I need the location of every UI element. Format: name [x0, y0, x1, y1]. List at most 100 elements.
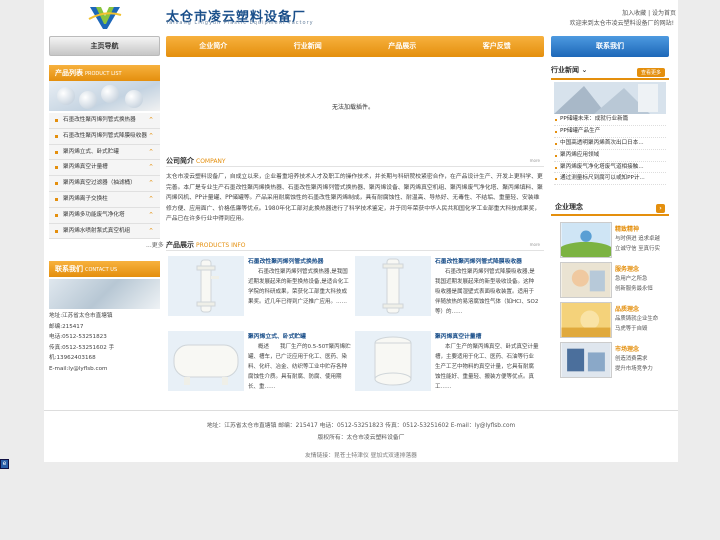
- chevron-right-icon[interactable]: ›: [656, 204, 665, 213]
- home-nav-button[interactable]: 主页导航: [49, 36, 160, 56]
- category-item[interactable]: 聚丙烯真空计量槽 ⌃: [49, 160, 160, 177]
- idea-title: 精致精神: [615, 226, 640, 233]
- logo-icon[interactable]: [88, 4, 122, 32]
- idea-line: 与时俱进 追求卓越: [615, 236, 660, 242]
- company-section-header: 公司简介 COMPANY more: [166, 156, 544, 167]
- chevron-down-icon: ⌄: [581, 66, 588, 74]
- nav-contact-button[interactable]: 联系我们: [551, 36, 669, 57]
- contact-postcode: 邮编:215417: [49, 323, 84, 330]
- product-card[interactable]: 石墨改性聚丙烯列管式换热器 石墨改性聚丙烯列管式换热器,是我国近期发展起来的新型…: [166, 256, 352, 320]
- product-image[interactable]: [168, 331, 244, 391]
- site-subtitle: Taicang Lingyun Plastic Equipment Factor…: [166, 20, 314, 26]
- welcome-text: 欢迎来到太仓市凌云塑料设备厂的网站!: [569, 20, 674, 27]
- flash-banner: 无法加载插件。: [166, 62, 544, 152]
- category-item[interactable]: 聚丙烯真空过滤器（抽滤桶） ⌃: [49, 176, 160, 192]
- category-item[interactable]: 聚丙烯离子交换柱 ⌃: [49, 191, 160, 208]
- category-label: 石墨改性聚丙烯列管式降膜吸收器: [63, 132, 147, 139]
- contact-header: 联系我们 CONTACT US: [49, 261, 160, 277]
- news-item[interactable]: 聚丙烯废气净化塔废气道相接触...: [554, 162, 666, 174]
- news-list: PP储罐未来：成就行业新篇 PP储罐产品生产 中国高透明聚丙烯首次出口日本...…: [554, 114, 666, 186]
- news-header: 行业新闻 ⌄ 查看更多: [551, 65, 669, 80]
- ideas-title: 企业理念: [555, 203, 583, 211]
- company-intro-text: 太仓市凌云塑料设备厂，自成立以来，企业着重培养技术人才及职工的操作技术，并长期与…: [166, 174, 543, 223]
- chevron-up-icon: ⌃: [148, 147, 154, 156]
- chevron-up-icon: ⌃: [148, 131, 154, 140]
- idea-line: 品质铸就企业生命: [615, 316, 659, 322]
- category-item[interactable]: 石墨改性聚丙烯列管式降膜吸收器 ⌃: [49, 128, 160, 145]
- idea-line: 创新服务最永恒: [615, 286, 653, 292]
- products-more-link[interactable]: more: [530, 242, 540, 247]
- main-nav: 企业简介 行业新闻 产品展示 客户反馈: [166, 36, 544, 57]
- ideas-header: 企业理念 ›: [551, 202, 669, 216]
- product-title[interactable]: 石墨改性聚丙烯列管式降膜吸收器: [435, 256, 522, 265]
- contact-banner: [49, 279, 160, 309]
- product-card[interactable]: 石墨改性聚丙烯列管式降膜吸收器 石墨改性聚丙烯列管式降膜吸收器,是我国近期发展起…: [353, 256, 539, 320]
- category-label: 聚丙烯真空计量槽: [63, 164, 108, 171]
- idea-line: 创造消费需求: [615, 356, 648, 362]
- news-item[interactable]: 聚丙烯应用领域: [554, 150, 666, 162]
- idea-title: 市场理念: [615, 346, 640, 353]
- product-image[interactable]: [355, 331, 431, 391]
- product-title[interactable]: 聚丙烯立式、卧式贮罐: [248, 331, 306, 340]
- idea-item: 精致精神 与时俱进 追求卓越 立诚守信 至真行实: [560, 222, 670, 258]
- category-item[interactable]: 聚丙烯立式、卧式贮罐 ⌃: [49, 144, 160, 161]
- chevron-up-icon: ⌃: [148, 194, 154, 203]
- nav-item-feedback[interactable]: 客户反馈: [450, 36, 545, 57]
- news-title: 行业新闻: [551, 66, 579, 74]
- product-list-header: 产品列表 PRODUCT LIST: [49, 65, 160, 81]
- company-title: 公司简介: [166, 157, 194, 165]
- news-item[interactable]: 通过测量标尺到腐可以或知PP计...: [554, 173, 666, 186]
- nav-item-products[interactable]: 产品展示: [355, 36, 450, 57]
- products-title-en: PRODUCTS INFO: [196, 242, 246, 249]
- product-card[interactable]: 聚丙烯立式、卧式贮罐 概述 我厂生产的0.5-50T聚丙烯贮罐、槽车，已广泛应用…: [166, 331, 352, 395]
- top-links[interactable]: 加入收藏 | 设为首页: [622, 8, 676, 17]
- product-list-title: 产品列表: [55, 69, 83, 77]
- footer-copyright: 版权所有：太仓市凌云塑料设备厂: [317, 435, 405, 441]
- news-more-button[interactable]: 查看更多: [636, 68, 665, 77]
- chevron-up-icon: ⌃: [148, 210, 154, 219]
- category-item[interactable]: 聚丙烯多功能废气净化塔 ⌃: [49, 207, 160, 224]
- idea-line: 立诚守信 至真行实: [615, 246, 660, 252]
- product-description: 石墨改性聚丙烯列管式换热器,是我国近期发展起来的新型换热设备,是适合化工学院的科…: [248, 269, 349, 305]
- news-item[interactable]: 中国高透明聚丙烯首次出口日本...: [554, 138, 666, 150]
- idea-line: 急用户之所急: [615, 276, 648, 282]
- product-card[interactable]: 聚丙烯真空计量槽 本厂生产的聚丙烯真空、卧式真空计量槽，主要适用于化工、医药、石…: [353, 331, 539, 395]
- idea-item: 服务理念 急用户之所急 创新服务最永恒: [560, 262, 670, 298]
- friend-links[interactable]: 友情链接：昆苍土特津仪 昼加式双速排落器: [44, 450, 678, 459]
- contact-email: E-mail:ly@lyflsb.com: [49, 365, 108, 372]
- product-title[interactable]: 石墨改性聚丙烯列管式换热器: [248, 256, 323, 265]
- news-item[interactable]: PP储罐产品生产: [554, 126, 666, 138]
- chevron-up-icon: ⌃: [148, 116, 154, 124]
- nav-item-company[interactable]: 企业简介: [166, 36, 261, 57]
- category-item[interactable]: 聚丙烯水喷射泵式真空机组 ⌃: [49, 223, 160, 240]
- footer-divider: [44, 410, 678, 411]
- product-category-list: 石墨改性聚丙烯列管式换热器 ⌃ 石墨改性聚丙烯列管式降膜吸收器 ⌃ 聚丙烯立式、卧式…: [49, 113, 160, 240]
- contact-address: 地址:江苏省太仓市直塘镇: [49, 313, 113, 319]
- footer-address: 地址：江苏省太仓市直塘镇 邮编：215417 电话：0512-53251823 …: [206, 423, 516, 429]
- flash-message: 无法加载插件。: [332, 104, 375, 111]
- category-label: 聚丙烯水喷射泵式真空机组: [63, 227, 131, 234]
- idea-title: 服务理念: [615, 266, 640, 273]
- idea-image: [560, 262, 612, 298]
- contact-title-en: CONTACT US: [85, 267, 118, 273]
- idea-title: 品质理念: [615, 306, 640, 313]
- product-title[interactable]: 聚丙烯真空计量槽: [435, 331, 481, 340]
- product-description: 概述 我厂生产的0.5-50T聚丙烯贮罐、槽车，已广泛应用于化工、医药、染料、化…: [248, 344, 351, 390]
- category-label: 聚丙烯真空过滤器（抽滤桶）: [63, 180, 136, 187]
- contact-phone: 电话:0512-53251823: [49, 334, 107, 340]
- idea-line: 提升市场竞争力: [615, 366, 653, 372]
- chevron-up-icon: ⌃: [148, 179, 154, 188]
- product-image[interactable]: [355, 256, 431, 316]
- product-image[interactable]: [168, 256, 244, 316]
- product-description: 本厂生产的聚丙烯真空、卧式真空计量槽，主要适用于化工、医药、石油等行业生产工艺中…: [435, 344, 539, 390]
- nav-item-news[interactable]: 行业新闻: [261, 36, 356, 57]
- category-more-link[interactable]: ...更多: [146, 240, 164, 249]
- idea-item: 市场理念 创造消费需求 提升市场竞争力: [560, 342, 670, 378]
- contact-title: 联系我们: [55, 265, 83, 273]
- category-label: 聚丙烯离子交换柱: [63, 195, 108, 202]
- news-item[interactable]: PP储罐未来：成就行业新篇: [554, 114, 666, 126]
- products-title: 产品展示: [166, 241, 194, 249]
- ie-icon[interactable]: e: [0, 459, 9, 469]
- category-item[interactable]: 石墨改性聚丙烯列管式换热器 ⌃: [49, 113, 160, 129]
- company-more-link[interactable]: more: [530, 158, 540, 163]
